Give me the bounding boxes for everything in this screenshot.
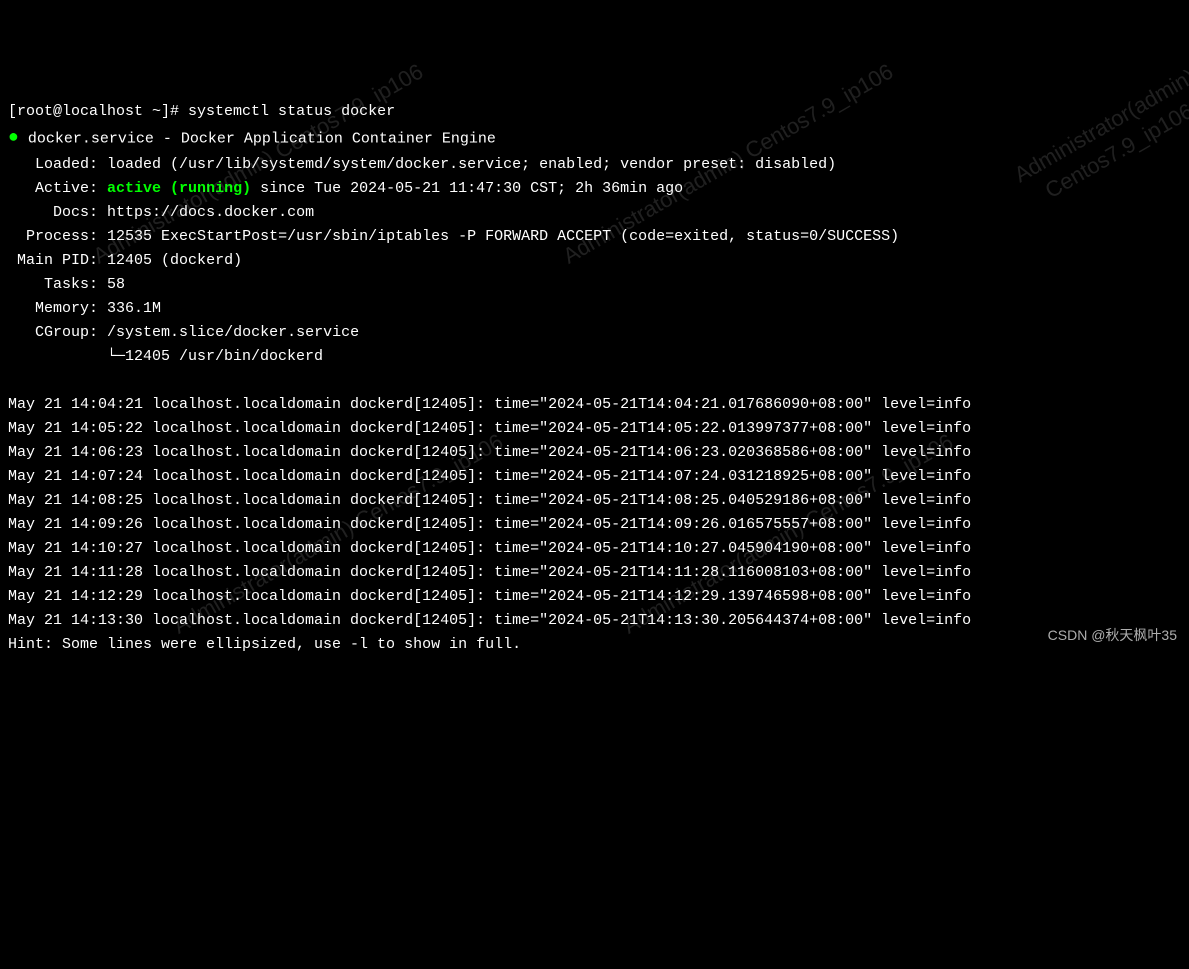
service-name: docker.service: [28, 130, 154, 147]
terminal-output: [root@localhost ~]# systemctl status doc…: [8, 100, 1181, 657]
hint-line: Hint: Some lines were ellipsized, use -l…: [8, 636, 521, 653]
log-line: May 21 14:05:22 localhost.localdomain do…: [8, 420, 971, 437]
log-line: May 21 14:07:24 localhost.localdomain do…: [8, 468, 971, 485]
cgroup-tree-prefix: └─: [8, 348, 125, 365]
loaded-label: Loaded:: [35, 156, 98, 173]
csdn-watermark: CSDN @秋天枫叶35: [1048, 624, 1177, 646]
status-dot-icon: ●: [8, 128, 19, 148]
service-desc: Docker Application Container Engine: [181, 130, 496, 147]
active-status: active (running): [107, 180, 251, 197]
log-line: May 21 14:04:21 localhost.localdomain do…: [8, 396, 971, 413]
process-value: 12535 ExecStartPost=/usr/sbin/iptables -…: [107, 228, 899, 245]
log-line: May 21 14:09:26 localhost.localdomain do…: [8, 516, 971, 533]
cgroup-tree-value: 12405 /usr/bin/dockerd: [125, 348, 323, 365]
log-line: May 21 14:12:29 localhost.localdomain do…: [8, 588, 971, 605]
process-label: Process:: [26, 228, 98, 245]
active-label: Active:: [35, 180, 98, 197]
log-line: May 21 14:06:23 localhost.localdomain do…: [8, 444, 971, 461]
mainpid-label: Main PID:: [17, 252, 98, 269]
loaded-value: loaded (/usr/lib/systemd/system/docker.s…: [107, 156, 836, 173]
mainpid-value: 12405 (dockerd): [107, 252, 242, 269]
docs-label: Docs:: [53, 204, 98, 221]
cgroup-value: /system.slice/docker.service: [107, 324, 359, 341]
memory-label: Memory:: [35, 300, 98, 317]
cgroup-label: CGroup:: [35, 324, 98, 341]
tasks-label: Tasks:: [44, 276, 98, 293]
log-line: May 21 14:08:25 localhost.localdomain do…: [8, 492, 971, 509]
memory-value: 336.1M: [107, 300, 161, 317]
shell-prompt: [root@localhost ~]#: [8, 103, 179, 120]
active-since: since Tue 2024-05-21 11:47:30 CST; 2h 36…: [251, 180, 683, 197]
docs-value: https://docs.docker.com: [107, 204, 314, 221]
service-sep: -: [154, 130, 181, 147]
log-line: May 21 14:10:27 localhost.localdomain do…: [8, 540, 971, 557]
tasks-value: 58: [107, 276, 125, 293]
log-line: May 21 14:11:28 localhost.localdomain do…: [8, 564, 971, 581]
log-line: May 21 14:13:30 localhost.localdomain do…: [8, 612, 971, 629]
command-text: systemctl status docker: [188, 103, 395, 120]
